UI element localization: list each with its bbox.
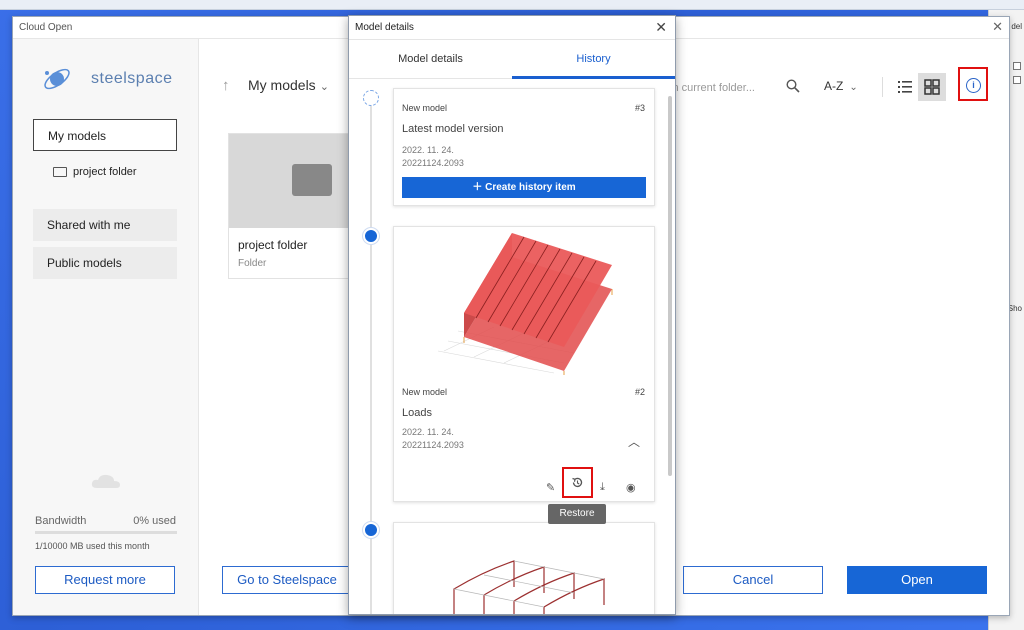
breadcrumb-label: My models [248, 77, 316, 93]
restore-icon [572, 477, 583, 488]
dialog-title: Model details [349, 16, 675, 40]
model-thumbnail-loads [437, 233, 613, 375]
desktop-background-strip [0, 0, 1024, 10]
brand-name: steelspace [91, 70, 173, 87]
folder-name: project folder [238, 238, 308, 252]
restore-button[interactable] [562, 467, 593, 498]
history-name: Loads [402, 407, 432, 419]
sidebar: steelspace My models project folder Shar… [13, 39, 199, 615]
create-history-item-label: Create history item [485, 182, 576, 193]
create-history-item-button[interactable]: ＋ Create history item [402, 177, 646, 198]
view-icon[interactable]: ◉ [626, 481, 636, 494]
background-checkbox [1013, 62, 1021, 70]
toolbar-divider [882, 77, 883, 97]
timeline-dot [363, 522, 379, 538]
folder-card[interactable]: project folder Folder [228, 133, 360, 279]
history-card: New model #3 Latest model version 2022. … [393, 88, 655, 206]
grid-view-icon[interactable] [918, 73, 946, 101]
download-icon[interactable]: ⤓ [600, 481, 605, 494]
breadcrumb[interactable]: My models ⌄ [248, 77, 329, 93]
background-checkbox [1013, 76, 1021, 84]
cancel-button[interactable]: Cancel [683, 566, 823, 594]
bandwidth-month-usage: 1/10000 MB used this month [35, 541, 150, 551]
folder-icon [292, 164, 332, 196]
sidebar-item-my-models[interactable]: My models [33, 119, 177, 151]
background-label: del [1011, 22, 1022, 31]
bandwidth-used: 0% used [133, 515, 176, 527]
history-name: Latest model version [402, 123, 504, 135]
tab-bar: Model details History [349, 41, 675, 79]
up-arrow-icon[interactable]: ↑ [222, 77, 230, 94]
list-view-icon[interactable] [892, 73, 918, 101]
timeline-dot-pending [363, 90, 379, 106]
history-date: 2022. 11. 24. [402, 427, 454, 437]
open-button[interactable]: Open [847, 566, 987, 594]
close-icon[interactable]: ✕ [992, 19, 1003, 35]
model-details-dialog: Model details ✕ Model details History Ne… [348, 15, 676, 615]
info-button[interactable]: i [958, 67, 988, 101]
folder-thumbnail [229, 134, 359, 228]
history-date: 2022. 11. 24. [402, 145, 454, 155]
folder-icon [53, 167, 67, 178]
history-kind: New model [402, 387, 448, 397]
bandwidth-label: Bandwidth [35, 515, 87, 527]
history-number: #3 [634, 103, 645, 113]
go-to-steelspace-button[interactable]: Go to Steelspace [222, 566, 352, 594]
search-icon[interactable] [786, 79, 800, 93]
sidebar-item-shared-with-me[interactable]: Shared with me [33, 209, 177, 241]
sort-label: A-Z [824, 79, 844, 93]
tab-model-details[interactable]: Model details [349, 41, 512, 79]
steelspace-logo-icon [44, 68, 70, 90]
model-thumbnail-frame [453, 560, 605, 614]
tab-history[interactable]: History [512, 41, 675, 79]
close-icon[interactable]: ✕ [655, 19, 667, 36]
chevron-down-icon: ⌄ [319, 81, 329, 93]
sidebar-item-public-models[interactable]: Public models [33, 247, 177, 279]
history-number: #2 [634, 387, 645, 397]
bandwidth-progress-bar [35, 531, 177, 534]
chevron-up-icon[interactable]: ︿ [628, 433, 640, 450]
scrollbar[interactable] [668, 96, 672, 476]
history-card [393, 522, 655, 614]
edit-icon[interactable]: ✎ [546, 481, 555, 494]
history-card: New model #2 Loads 2022. 11. 24. 2022112… [393, 226, 655, 502]
sidebar-item-label: project folder [73, 166, 137, 178]
chevron-down-icon: ⌄ [849, 82, 858, 93]
history-version: 20221124.2093 [402, 158, 464, 168]
info-icon: i [966, 78, 981, 93]
sort-dropdown[interactable]: A-Z ⌄ [824, 79, 858, 93]
history-kind: New model [402, 103, 448, 113]
timeline-dot [363, 228, 379, 244]
folder-type: Folder [238, 258, 267, 269]
restore-tooltip: Restore [548, 504, 606, 524]
request-more-button[interactable]: Request more [35, 566, 175, 594]
cloud-icon [91, 474, 120, 488]
history-version: 20221124.2093 [402, 440, 464, 450]
sidebar-item-project-folder[interactable]: project folder [53, 159, 183, 185]
